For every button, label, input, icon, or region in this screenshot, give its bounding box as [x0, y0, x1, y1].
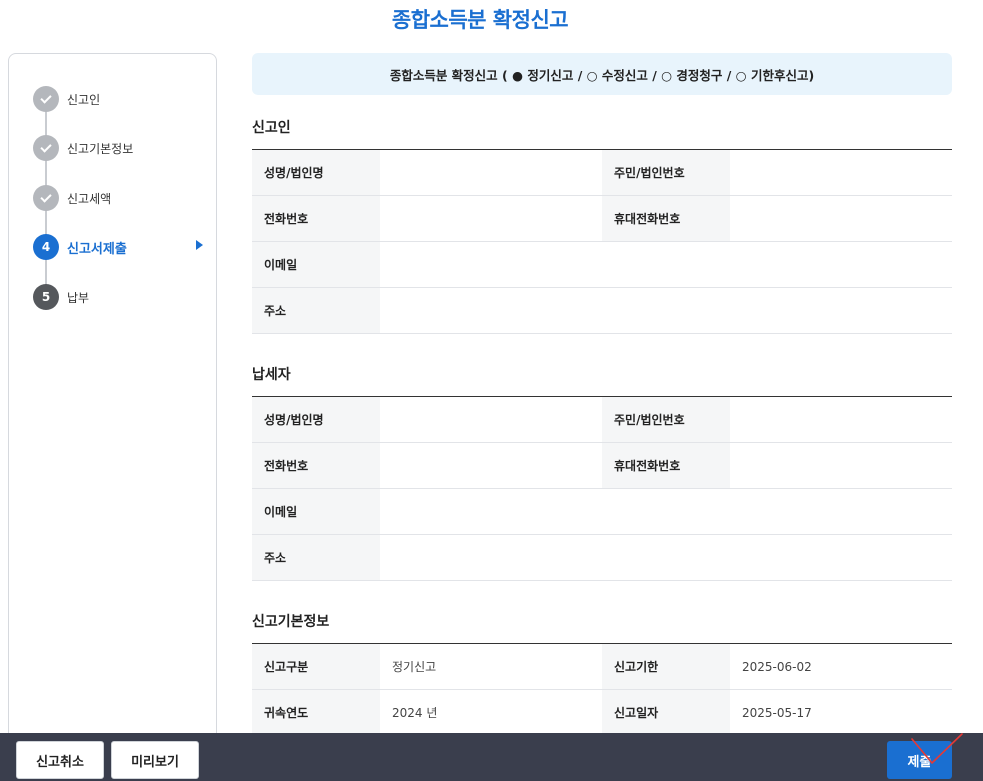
step-sidebar: 신고인 신고기본정보 신고세액 4 신고서제출 5 납부: [8, 53, 217, 773]
basic-info-table: 신고구분 정기신고 신고기한 2025-06-02 귀속연도 2024 년 신고…: [252, 643, 952, 736]
step-submit-form[interactable]: 4 신고서제출: [33, 234, 203, 260]
filer-phone-value: [380, 195, 602, 242]
cancel-filing-button[interactable]: 신고취소: [16, 741, 104, 779]
table-row: 이메일: [252, 488, 952, 535]
table-row: 전화번호 휴대전화번호: [252, 195, 952, 242]
tax-year-value: 2024 년: [380, 689, 602, 736]
filer-email-value: [380, 241, 952, 288]
filing-deadline-value: 2025-06-02: [730, 643, 952, 690]
step-number: 5: [33, 284, 59, 310]
table-row: 주소: [252, 534, 952, 581]
step-label: 신고서제출: [67, 241, 127, 257]
step-number: 4: [33, 234, 59, 260]
submit-button[interactable]: 제출: [887, 741, 952, 779]
filing-date-value: 2025-05-17: [730, 689, 952, 736]
field-label: 이메일: [252, 241, 380, 288]
taxpayer-phone-value: [380, 442, 602, 489]
section-title-filer: 신고인: [252, 120, 291, 136]
filer-table: 성명/법인명 주민/법인번호 전화번호 휴대전화번호 이메일 주소: [252, 149, 952, 334]
filer-mobile-value: [730, 195, 952, 242]
field-label: 휴대전화번호: [602, 442, 730, 489]
field-label: 전화번호: [252, 195, 380, 242]
field-label: 성명/법인명: [252, 396, 380, 443]
step-label: 신고인: [67, 92, 101, 107]
filing-type-notice: 종합소득분 확정신고 ( ● 정기신고 / ○ 수정신고 / ○ 경정청구 / …: [252, 53, 952, 95]
field-label: 주소: [252, 287, 380, 334]
page-title: 종합소득분 확정신고: [391, 8, 569, 32]
filer-id-value: [730, 149, 952, 196]
step-tax-amount[interactable]: 신고세액: [33, 185, 203, 211]
table-row: 성명/법인명 주민/법인번호: [252, 149, 952, 196]
check-icon: [33, 185, 59, 211]
field-label: 신고기한: [602, 643, 730, 690]
field-label: 휴대전화번호: [602, 195, 730, 242]
taxpayer-email-value: [380, 488, 952, 535]
section-title-basic-info: 신고기본정보: [252, 614, 330, 630]
current-step-arrow-icon: [196, 240, 203, 250]
field-label: 성명/법인명: [252, 149, 380, 196]
field-label: 귀속연도: [252, 689, 380, 736]
step-basic-info[interactable]: 신고기본정보: [33, 135, 203, 161]
field-label: 주민/법인번호: [602, 396, 730, 443]
field-label: 주민/법인번호: [602, 149, 730, 196]
step-label: 신고기본정보: [67, 141, 134, 156]
table-row: 주소: [252, 287, 952, 334]
table-row: 귀속연도 2024 년 신고일자 2025-05-17: [252, 689, 952, 736]
field-label: 신고일자: [602, 689, 730, 736]
preview-button[interactable]: 미리보기: [111, 741, 199, 779]
filing-type-value: 정기신고: [380, 643, 602, 690]
check-icon: [33, 86, 59, 112]
taxpayer-address-value: [380, 534, 952, 581]
check-icon: [33, 135, 59, 161]
main-content: 종합소득분 확정신고 ( ● 정기신고 / ○ 수정신고 / ○ 경정청구 / …: [252, 53, 952, 736]
field-label: 이메일: [252, 488, 380, 535]
filer-name-value: [380, 149, 602, 196]
field-label: 주소: [252, 534, 380, 581]
step-payment[interactable]: 5 납부: [33, 284, 203, 310]
filer-address-value: [380, 287, 952, 334]
taxpayer-mobile-value: [730, 442, 952, 489]
step-label: 신고세액: [67, 191, 112, 206]
table-row: 전화번호 휴대전화번호: [252, 442, 952, 489]
step-label: 납부: [67, 290, 90, 305]
taxpayer-table: 성명/법인명 주민/법인번호 전화번호 휴대전화번호 이메일 주소: [252, 396, 952, 581]
field-label: 전화번호: [252, 442, 380, 489]
section-title-taxpayer: 납세자: [252, 367, 291, 383]
table-row: 신고구분 정기신고 신고기한 2025-06-02: [252, 643, 952, 690]
field-label: 신고구분: [252, 643, 380, 690]
table-row: 성명/법인명 주민/법인번호: [252, 396, 952, 443]
step-filer[interactable]: 신고인: [33, 86, 203, 112]
taxpayer-name-value: [380, 396, 602, 443]
taxpayer-id-value: [730, 396, 952, 443]
table-row: 이메일: [252, 241, 952, 288]
bottom-action-bar: 신고취소 미리보기 제출: [0, 733, 983, 781]
